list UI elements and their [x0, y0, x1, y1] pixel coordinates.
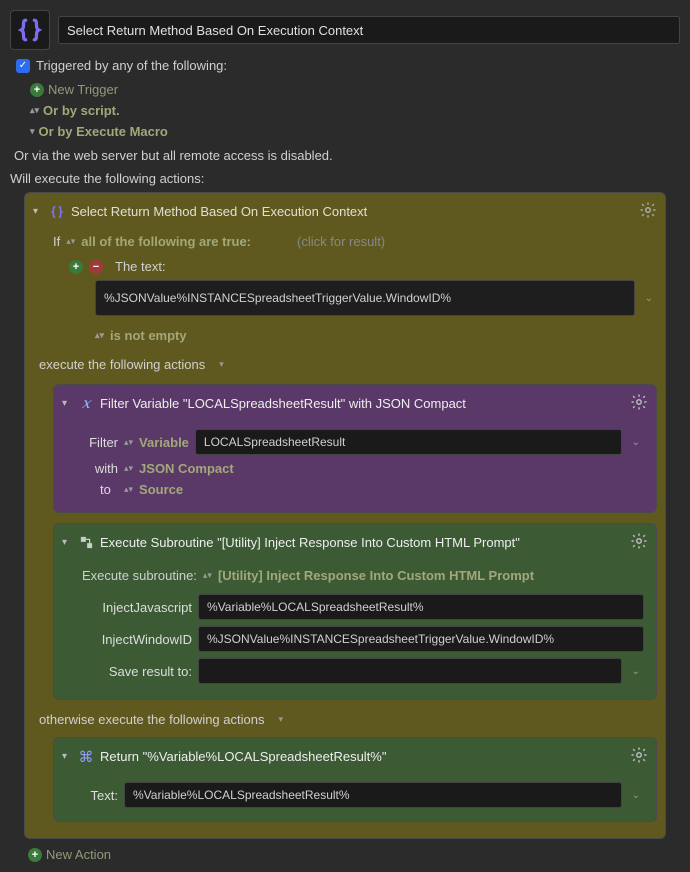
- will-execute-label: Will execute the following actions:: [10, 171, 680, 186]
- return-text-label: Text:: [82, 788, 118, 803]
- inject-windowid-input[interactable]: [198, 626, 644, 652]
- braces-icon: [17, 17, 43, 43]
- to-selector[interactable]: Source: [139, 482, 183, 497]
- function-icon: 𝑥: [78, 396, 94, 412]
- execute-actions-label: execute the following actions: [39, 357, 205, 372]
- command-icon: ⌘: [78, 749, 94, 765]
- param-label: InjectWindowID: [82, 632, 192, 647]
- if-then-action: ▾ Select Return Method Based On Executio…: [24, 192, 666, 839]
- filter-type-selector[interactable]: Variable: [139, 435, 189, 450]
- action-title: Execute Subroutine "[Utility] Inject Res…: [100, 535, 520, 550]
- filter-variable-input[interactable]: [195, 429, 622, 455]
- return-action: ▾ ⌘ Return "%Variable%LOCALSpreadsheetRe…: [53, 737, 657, 822]
- if-label: If: [53, 234, 60, 249]
- disclosure-chevron[interactable]: ▾: [62, 398, 72, 409]
- with-label: with: [82, 461, 118, 476]
- chevron-down-icon[interactable]: ⌄: [628, 790, 644, 801]
- trigger-by-execute-macro[interactable]: ▾ Or by Execute Macro: [30, 121, 680, 142]
- chevron-down-icon[interactable]: ▾: [219, 359, 224, 370]
- inject-javascript-input[interactable]: [198, 594, 644, 620]
- web-server-note: Or via the web server but all remote acc…: [14, 148, 680, 163]
- gear-icon[interactable]: [630, 532, 648, 553]
- updown-icon[interactable]: ▴▾: [95, 333, 104, 338]
- filter-variable-action: ▾ 𝑥 Filter Variable "LOCALSpreadsheetRes…: [53, 384, 657, 513]
- plus-icon: +: [28, 848, 42, 862]
- remove-condition-button[interactable]: −: [89, 260, 103, 274]
- if-condition-selector[interactable]: all of the following are true:: [81, 234, 251, 249]
- action-title: Return "%Variable%LOCALSpreadsheetResult…: [100, 749, 386, 764]
- condition-text-input[interactable]: [95, 280, 635, 316]
- click-for-result[interactable]: (click for result): [297, 234, 385, 249]
- with-selector[interactable]: JSON Compact: [139, 461, 234, 476]
- execute-subroutine-label: Execute subroutine:: [82, 568, 197, 583]
- new-action-label: New Action: [46, 847, 111, 862]
- disclosure-chevron[interactable]: ▾: [62, 537, 72, 548]
- macro-title-input[interactable]: [58, 16, 680, 44]
- action-title: Select Return Method Based On Execution …: [71, 204, 367, 219]
- updown-icon[interactable]: ▴▾: [124, 466, 133, 471]
- disclosure-chevron[interactable]: ▾: [33, 206, 43, 217]
- updown-icon[interactable]: ▴▾: [124, 440, 133, 445]
- chevron-down-icon[interactable]: ▾: [278, 714, 283, 725]
- updown-icon: ▴▾: [30, 108, 39, 113]
- subroutine-icon: [78, 535, 94, 551]
- braces-icon: [49, 204, 65, 220]
- to-label: to: [82, 482, 118, 497]
- gear-icon[interactable]: [630, 746, 648, 767]
- execute-subroutine-action: ▾ Execute Subroutine "[Utility] Inject R…: [53, 523, 657, 700]
- new-trigger-button[interactable]: + New Trigger: [30, 79, 680, 100]
- plus-icon: +: [30, 83, 44, 97]
- triggered-by-label: Triggered by any of the following:: [36, 58, 227, 73]
- action-title: Filter Variable "LOCALSpreadsheetResult"…: [100, 396, 466, 411]
- updown-icon[interactable]: ▴▾: [124, 487, 133, 492]
- save-result-input[interactable]: [198, 658, 622, 684]
- disclosure-chevron[interactable]: ▾: [62, 751, 72, 762]
- chevron-down-icon[interactable]: ⌄: [628, 437, 644, 448]
- not-empty-selector[interactable]: is not empty: [110, 328, 187, 343]
- otherwise-label: otherwise execute the following actions: [39, 712, 264, 727]
- triggered-by-checkbox[interactable]: ✓: [16, 59, 30, 73]
- param-label: Save result to:: [82, 664, 192, 679]
- trigger-by-script[interactable]: ▴▾ Or by script.: [30, 100, 680, 121]
- chevron-down-icon: ▾: [30, 126, 35, 137]
- the-text-label: The text:: [115, 259, 166, 274]
- subroutine-selector[interactable]: [Utility] Inject Response Into Custom HT…: [218, 568, 534, 583]
- gear-icon[interactable]: [630, 393, 648, 414]
- add-condition-button[interactable]: +: [69, 260, 83, 274]
- updown-icon[interactable]: ▴▾: [66, 239, 75, 244]
- chevron-down-icon[interactable]: ⌄: [628, 666, 644, 677]
- chevron-down-icon[interactable]: ⌄: [641, 293, 657, 304]
- updown-icon[interactable]: ▴▾: [203, 573, 212, 578]
- param-label: InjectJavascript: [82, 600, 192, 615]
- macro-icon[interactable]: [10, 10, 50, 50]
- new-action-button[interactable]: + New Action: [28, 847, 680, 862]
- filter-label: Filter: [82, 435, 118, 450]
- new-trigger-label: New Trigger: [48, 82, 118, 97]
- gear-icon[interactable]: [639, 201, 657, 222]
